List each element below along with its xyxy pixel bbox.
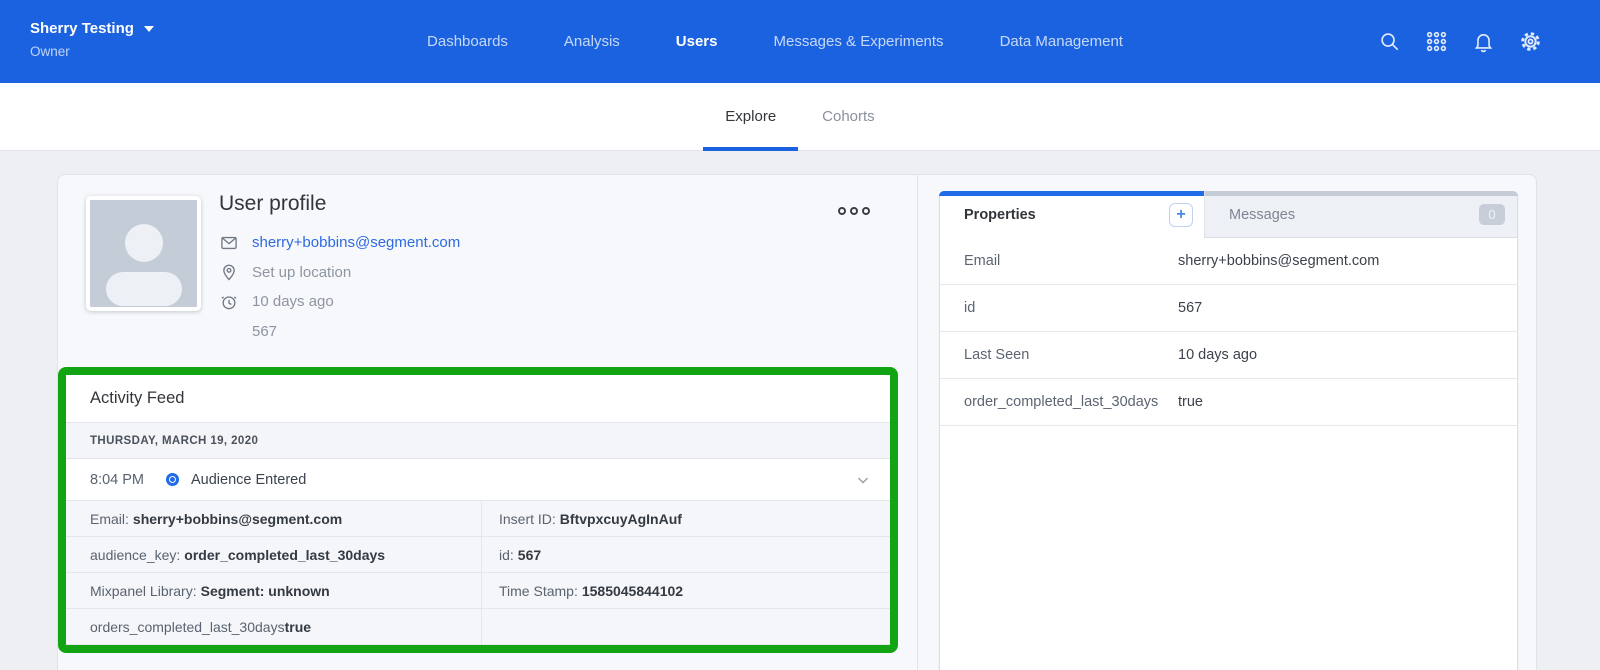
detail-value: BftvpxcuyAgInAuf: [560, 511, 682, 527]
detail-label: audience_key:: [90, 547, 180, 563]
property-row: Last Seen 10 days ago: [940, 332, 1517, 379]
profile-id-text: 567: [252, 323, 277, 340]
notifications-icon[interactable]: [1472, 30, 1495, 53]
page-title: User profile: [219, 192, 326, 216]
detail-label: Time Stamp:: [499, 583, 578, 599]
tab-explore-label: Explore: [725, 108, 776, 125]
property-row: id 567: [940, 285, 1517, 332]
property-value-email[interactable]: sherry+bobbins@segment.com: [1178, 253, 1379, 269]
secondary-tabbar: Explore Cohorts: [0, 83, 1600, 151]
add-property-button[interactable]: +: [1169, 203, 1193, 227]
event-detail-cell: Mixpanel Library:Segment: unknown: [66, 573, 481, 609]
property-label: order_completed_last_30days: [940, 394, 1178, 410]
tab-cohorts-label: Cohorts: [822, 108, 875, 125]
tab-explore[interactable]: Explore: [703, 83, 798, 151]
detail-label: Mixpanel Library:: [90, 583, 197, 599]
profile-email-link[interactable]: sherry+bobbins@segment.com: [252, 234, 460, 251]
event-detail-cell: Time Stamp:1585045844102: [481, 573, 890, 609]
property-label: id: [940, 300, 1178, 316]
tab-messages-label: Messages: [1229, 207, 1295, 223]
nav-item-users[interactable]: Users: [676, 33, 718, 50]
tab-properties-label: Properties: [964, 207, 1036, 223]
detail-value: 567: [518, 547, 541, 563]
user-profile-section: User profile sherry+bobbins@segment.com …: [58, 175, 918, 670]
settings-icon[interactable]: [1519, 30, 1542, 53]
detail-label: Email:: [90, 511, 129, 527]
tab-messages[interactable]: Messages 0: [1204, 192, 1517, 238]
annotation-box-activity-feed: Activity Feed THURSDAY, MARCH 19, 2020 8…: [58, 367, 898, 653]
messages-count-badge: 0: [1479, 204, 1505, 225]
chevron-down-icon[interactable]: [854, 471, 872, 489]
profile-meta: sherry+bobbins@segment.com Set up locati…: [219, 228, 460, 346]
detail-label: id:: [499, 547, 514, 563]
profile-email-row: sherry+bobbins@segment.com: [219, 228, 460, 258]
envelope-icon: [219, 233, 239, 253]
nav-item-dashboards[interactable]: Dashboards: [427, 33, 508, 50]
event-detail-cell-empty: [481, 609, 890, 645]
location-pin-icon: [219, 262, 239, 282]
detail-value: Segment: unknown: [201, 583, 330, 599]
page: Sherry Testing Owner Dashboards Analysis…: [0, 0, 1600, 670]
event-detail-cell: orders_completed_last_30daystrue: [66, 609, 481, 645]
nav-item-data-management[interactable]: Data Management: [1000, 33, 1123, 50]
property-label: Last Seen: [940, 347, 1178, 363]
profile-last-seen-row: 10 days ago: [219, 287, 460, 317]
properties-panel-tabs: Properties + Messages 0: [940, 192, 1517, 238]
tab-cohorts[interactable]: Cohorts: [800, 83, 897, 151]
profile-location-text[interactable]: Set up location: [252, 264, 351, 281]
avatar-head: [125, 224, 163, 262]
more-options-icon[interactable]: [834, 203, 874, 219]
detail-value: true: [285, 619, 311, 635]
event-details-table: Email:sherry+bobbins@segment.com Insert …: [66, 501, 890, 645]
profile-location-row: Set up location: [219, 258, 460, 288]
tab-properties[interactable]: Properties +: [940, 192, 1204, 238]
event-detail-cell: id: 567: [481, 537, 890, 573]
property-value: 567: [1178, 300, 1202, 316]
property-row: order_completed_last_30days true: [940, 379, 1517, 426]
property-label: Email: [940, 253, 1178, 269]
search-icon[interactable]: [1378, 30, 1401, 53]
activity-feed-header: Activity Feed: [66, 375, 890, 423]
nav-icon-group: [1378, 0, 1542, 83]
profile-id-row: 567: [219, 317, 460, 347]
detail-value: order_completed_last_30days: [184, 547, 385, 563]
event-detail-cell: Insert ID:BftvpxcuyAgInAuf: [481, 501, 890, 537]
properties-panel: Properties + Messages 0 Email sherry+bob…: [939, 191, 1518, 670]
profile-last-seen-text: 10 days ago: [252, 293, 334, 310]
apps-grid-icon[interactable]: [1425, 30, 1448, 53]
detail-label: orders_completed_last_30days: [90, 619, 285, 635]
property-value: true: [1178, 394, 1203, 410]
avatar: [86, 196, 201, 311]
audience-entered-icon: [166, 473, 179, 486]
event-time: 8:04 PM: [90, 472, 152, 488]
content-container: User profile sherry+bobbins@segment.com …: [57, 174, 1537, 670]
activity-date-label: THURSDAY, MARCH 19, 2020: [90, 435, 258, 447]
primary-nav: Dashboards Analysis Users Messages & Exp…: [0, 0, 1150, 83]
property-value: 10 days ago: [1178, 347, 1257, 363]
top-navigation: Sherry Testing Owner Dashboards Analysis…: [0, 0, 1600, 83]
nav-item-analysis[interactable]: Analysis: [564, 33, 620, 50]
activity-event-row[interactable]: 8:04 PM Audience Entered: [66, 459, 890, 501]
activity-date-row: THURSDAY, MARCH 19, 2020: [66, 423, 890, 459]
nav-item-messages-experiments[interactable]: Messages & Experiments: [773, 33, 943, 50]
event-name: Audience Entered: [191, 472, 306, 488]
detail-value: sherry+bobbins@segment.com: [133, 511, 342, 527]
avatar-body: [106, 272, 182, 306]
activity-feed-title: Activity Feed: [90, 389, 184, 408]
event-detail-cell: Email:sherry+bobbins@segment.com: [66, 501, 481, 537]
event-detail-cell: audience_key:order_completed_last_30days: [66, 537, 481, 573]
detail-label: Insert ID:: [499, 511, 556, 527]
detail-value: 1585045844102: [582, 583, 683, 599]
clock-icon: [219, 292, 239, 312]
property-row: Email sherry+bobbins@segment.com: [940, 238, 1517, 285]
